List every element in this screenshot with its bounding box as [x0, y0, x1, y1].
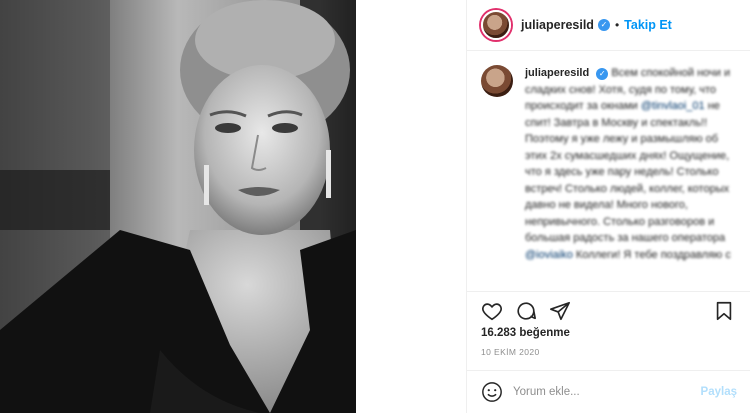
caption-text: Всем спокойной ночи — [611, 67, 721, 79]
post-comment-button[interactable]: Paylaş — [701, 386, 737, 398]
portrait-image — [0, 0, 356, 413]
post-actions-bar — [467, 291, 750, 324]
caption-mention[interactable]: @tinvlaoi_01 — [641, 100, 705, 112]
caption-mention[interactable]: @ioviaiko — [525, 249, 573, 261]
post-photo[interactable] — [0, 0, 356, 413]
caption-text: Коллеги! Я тебе поздравляю с — [575, 248, 731, 261]
bookmark-icon[interactable] — [711, 298, 737, 324]
comment-icon[interactable] — [513, 298, 539, 324]
emoji-icon[interactable] — [481, 381, 503, 403]
comments-list[interactable]: juliaperesild ✓ Всем спокойной ночи и сл… — [467, 51, 750, 291]
caption-avatar[interactable] — [481, 65, 513, 97]
post-caption: juliaperesild ✓ Всем спокойной ночи и сл… — [525, 65, 736, 291]
post-date: 10 EKİM 2020 — [481, 347, 540, 357]
follow-button[interactable]: Takip Et — [624, 18, 672, 32]
author-avatar[interactable] — [481, 10, 511, 40]
share-icon[interactable] — [547, 298, 573, 324]
likes-count[interactable]: 16.283 beğenme — [481, 327, 570, 339]
heart-icon[interactable] — [479, 298, 505, 324]
post-side-panel: juliaperesild ✓ • Takip Et juliaperesild… — [466, 0, 750, 413]
header-separator: • — [614, 18, 620, 32]
caption-text: не спит! Завтра в Москву и спектакль!! П… — [525, 100, 730, 244]
post-header: juliaperesild ✓ • Takip Et — [467, 0, 750, 51]
author-username[interactable]: juliaperesild — [521, 18, 594, 32]
add-comment-box: Paylaş — [467, 370, 750, 413]
comment-input[interactable] — [513, 386, 701, 398]
caption-username[interactable]: juliaperesild — [525, 67, 589, 79]
verified-badge-icon: ✓ — [597, 19, 610, 31]
caption-verified-icon: ✓ — [596, 68, 609, 80]
post-media-area — [0, 0, 466, 413]
